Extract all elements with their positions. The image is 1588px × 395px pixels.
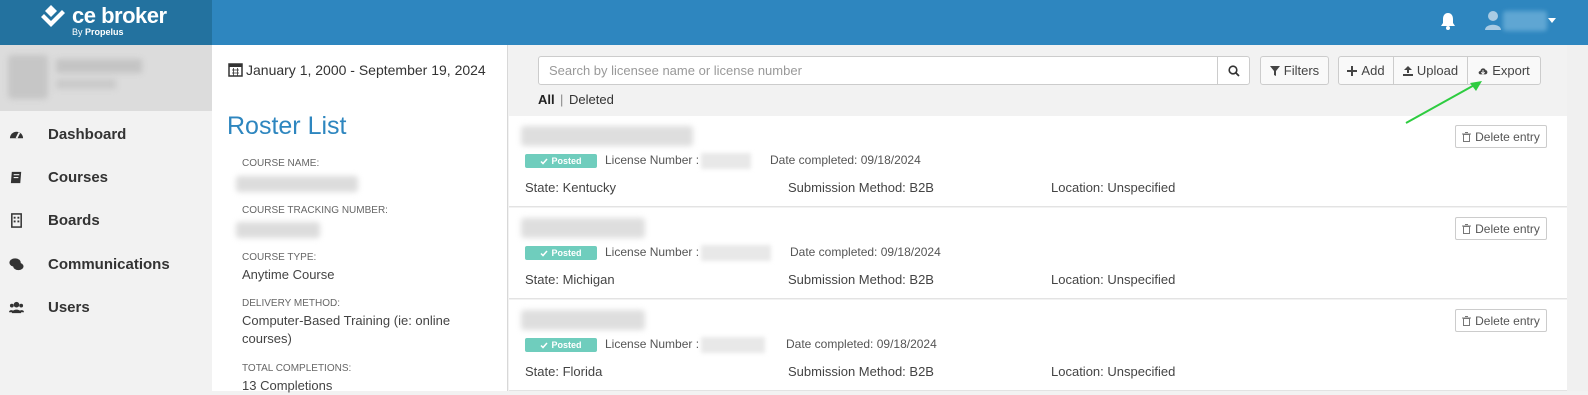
license-number-redacted [701,337,765,353]
filters-button[interactable]: Filters [1260,56,1329,85]
sidebar-item-dashboard[interactable]: Dashboard [0,114,212,154]
search-button[interactable] [1217,56,1250,85]
entry-submission-method: Submission Method: B2B [788,272,934,287]
date-completed: Date completed: 09/18/2024 [770,153,921,167]
licensee-name-redacted [521,218,645,238]
license-number-label: License Number : [605,337,700,351]
scrollbar[interactable] [1567,45,1588,391]
total-completions-value: 13 Completions [242,378,333,393]
date-range[interactable]: January 1, 2000 - September 19, 2024 [246,62,486,78]
course-type-label: COURSE TYPE: [242,252,317,263]
entry-submission-method: Submission Method: B2B [788,180,934,195]
annotation-arrow-icon [1405,81,1482,124]
sidebar-item-users[interactable]: Users [0,287,212,327]
add-button[interactable]: Add [1338,56,1394,85]
chevron-down-icon[interactable] [1548,18,1556,23]
tab-separator: | [560,92,564,107]
entry-location: Location: Unspecified [1051,272,1176,287]
delete-entry-button[interactable]: Delete entry [1455,217,1547,240]
check-icon [540,158,549,165]
status-badge: Posted [525,338,597,352]
license-number-label: License Number : [605,245,700,259]
sidebar-item-label: Boards [48,211,100,229]
date-completed: Date completed: 09/18/2024 [790,245,941,259]
page-title: Roster List [227,112,347,140]
tracking-number-label: COURSE TRACKING NUMBER: [242,205,388,216]
profile-name-redacted [56,59,142,73]
user-icon[interactable] [1484,10,1502,30]
sidebar-item-courses[interactable]: Courses [0,157,212,197]
tab-all[interactable]: All [538,92,555,107]
course-details-panel: January 1, 2000 - September 19, 2024 Ros… [212,45,508,393]
bell-icon[interactable] [1440,12,1456,30]
dashboard-icon [9,131,24,139]
entry-location: Location: Unspecified [1051,364,1176,379]
filter-icon [1269,65,1280,76]
tab-deleted[interactable]: Deleted [569,92,614,107]
sidebar-item-communications[interactable]: Communications [0,244,212,284]
upload-icon [1402,65,1413,76]
trash-icon [1462,131,1472,142]
top-navbar: ce broker By Propelus [0,0,1588,45]
entry-state: State: Florida [525,364,603,379]
logo-mark-icon [41,5,65,27]
sidebar-item-label: Dashboard [48,125,127,143]
course-type-value: Anytime Course [242,267,335,282]
profile-card [0,45,212,111]
status-badge: Posted [525,154,597,168]
logo[interactable]: ce broker By Propelus [0,0,212,45]
roster-entry: Posted License Number : Date completed: … [509,300,1567,391]
status-badge: Posted [525,246,597,260]
delete-entry-button[interactable]: Delete entry [1455,309,1547,332]
license-number-redacted [701,153,751,169]
licensee-name-redacted [521,310,645,330]
avatar [8,55,48,99]
license-number-redacted [701,245,771,261]
check-icon [540,250,549,257]
comments-icon [9,257,24,270]
course-name-label: COURSE NAME: [242,158,320,169]
tracking-number-redacted [236,222,320,238]
logo-subtitle: By Propelus [72,27,124,37]
plus-icon [1347,65,1358,76]
total-completions-label: TOTAL COMPLETIONS: [242,363,352,374]
search-icon [1228,65,1240,77]
license-number-label: License Number : [605,153,700,167]
user-name-redacted[interactable] [1503,11,1547,31]
calendar-icon[interactable] [228,62,243,77]
entry-state: State: Michigan [525,272,615,287]
logo-text: ce broker [72,3,167,28]
sidebar-item-label: Communications [48,255,170,273]
delivery-method-value: Computer-Based Training (ie: online cour… [242,313,451,346]
sidebar-item-boards[interactable]: Boards [0,200,212,240]
licensee-name-redacted [521,126,693,146]
building-icon [11,212,22,228]
entry-state: State: Kentucky [525,180,617,195]
search-input[interactable]: Search by licensee name or license numbe… [538,56,1218,85]
roster-entry: Posted License Number : Date completed: … [509,208,1567,299]
sidebar-item-label: Users [48,298,90,316]
delivery-method-label: DELIVERY METHOD: [242,298,340,309]
users-icon [9,301,24,313]
trash-icon [1462,223,1472,234]
course-name-redacted [236,176,358,192]
cloud-download-icon [1478,67,1488,75]
trash-icon [1462,315,1472,326]
entry-location: Location: Unspecified [1051,180,1176,195]
sidebar-item-label: Courses [48,168,109,186]
profile-detail-redacted [56,79,116,89]
sidebar: Dashboard Courses Boards Communications … [0,45,212,391]
check-icon [540,342,549,349]
entry-submission-method: Submission Method: B2B [788,364,934,379]
book-icon [10,171,22,183]
date-completed: Date completed: 09/18/2024 [786,337,937,351]
